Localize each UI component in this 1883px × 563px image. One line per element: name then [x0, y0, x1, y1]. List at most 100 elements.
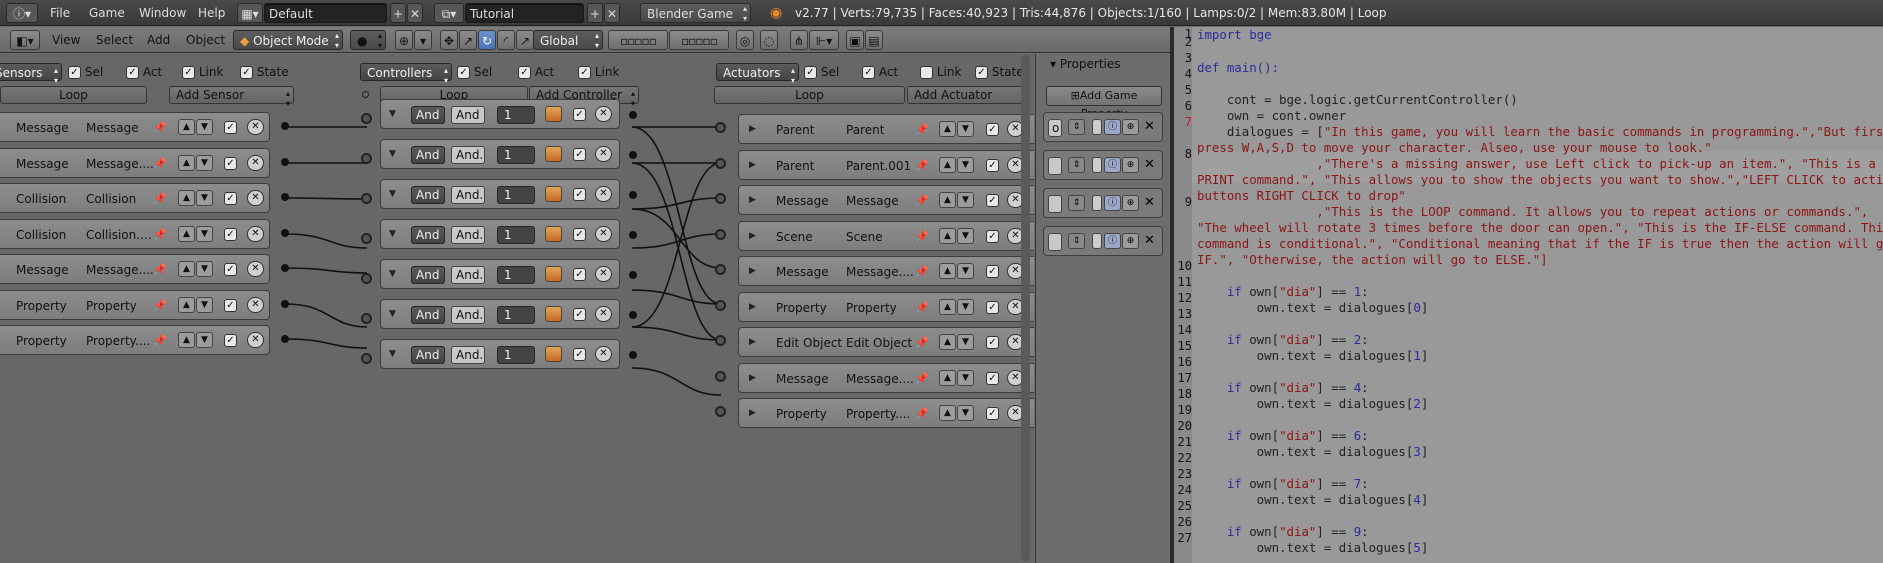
sensors-state-toggle[interactable]: ✓ State	[240, 63, 289, 81]
controller-script-icon[interactable]	[545, 306, 562, 322]
move-down-icon[interactable]: ▼	[196, 296, 213, 313]
expand-icon[interactable]: ▶	[749, 195, 756, 205]
controller-type-select[interactable]: And	[411, 346, 445, 364]
remove-icon[interactable]: ✕	[1144, 119, 1155, 134]
translate-manipulator-icon[interactable]: ↗	[459, 30, 477, 50]
move-up-icon[interactable]: ▲	[939, 405, 956, 421]
editor-type-info-icon[interactable]: ⓘ▾	[6, 3, 38, 23]
remove-icon[interactable]: ✕	[1144, 195, 1155, 210]
remove-icon[interactable]: ✕	[247, 119, 264, 135]
controller-state-field[interactable]: 1	[497, 146, 535, 164]
scale-manipulator-icon[interactable]: ◜	[497, 30, 515, 50]
controller-brick[interactable]: ▼ And And. 1 ✓ ✕	[380, 139, 620, 169]
controller-type-select[interactable]: And	[411, 106, 445, 124]
remove-icon[interactable]: ✕	[247, 190, 264, 206]
text-editor[interactable]: 1 2 3 4 5 6 7 8 9 10 11 12 13 14 15 16 17 18 19 20 21 22 23 24 2…	[1174, 27, 1883, 563]
actuator-input-socket[interactable]	[715, 193, 726, 204]
controller-name-field[interactable]: And.	[451, 306, 485, 324]
actuators-dropdown[interactable]: Actuators ▴ ▾	[716, 63, 799, 85]
controller-brick[interactable]: ▼ And And. 1 ✓ ✕	[380, 179, 620, 209]
controller-output-socket[interactable]	[629, 151, 637, 159]
controller-input-socket[interactable]	[361, 273, 372, 284]
remove-icon[interactable]: ✕	[247, 332, 264, 348]
controller-name-field[interactable]: And	[451, 106, 485, 124]
controller-input-socket[interactable]	[361, 353, 372, 364]
pin-icon[interactable]: 📌	[153, 121, 167, 134]
expand-icon[interactable]: ▶	[749, 337, 756, 347]
active-checkbox[interactable]: ✓	[986, 336, 999, 349]
sensor-output-socket[interactable]	[281, 299, 289, 308]
expand-icon[interactable]: ▶	[749, 160, 756, 170]
expand-icon[interactable]: ▶	[749, 266, 756, 276]
screen-layout-icon[interactable]: ▦▾	[237, 3, 263, 23]
active-checkbox[interactable]: ✓	[224, 263, 237, 276]
sensors-sel-toggle[interactable]: ✓ Sel	[68, 63, 103, 81]
active-checkbox[interactable]: ✓	[986, 123, 999, 136]
controllers-link-toggle[interactable]: ✓ Link	[578, 63, 619, 81]
pin-icon[interactable]: 📌	[915, 123, 929, 136]
sensors-link-toggle[interactable]: ✓ Link	[182, 63, 223, 81]
rotate-manipulator-icon[interactable]: ↻	[478, 30, 496, 50]
property-name-field[interactable]	[1048, 195, 1062, 213]
active-checkbox[interactable]: ✓	[986, 265, 999, 278]
property-type-updown-icon[interactable]: ⇕	[1068, 157, 1085, 173]
sensor-output-socket[interactable]	[281, 264, 289, 272]
opengl-render-icon[interactable]: ▣	[846, 30, 864, 50]
sensor-brick[interactable]: Property Property.... 📌 ▲ ▼ ✓ ✕	[0, 325, 270, 355]
engine-select[interactable]: Blender Game ▴ ▾	[640, 3, 751, 23]
info-icon[interactable]: ⓘ	[1104, 233, 1121, 249]
active-checkbox[interactable]: ✓	[986, 371, 999, 385]
active-checkbox[interactable]: ✓	[573, 268, 586, 281]
collapse-icon[interactable]: ▼	[389, 229, 396, 239]
actuator-input-socket[interactable]	[715, 299, 726, 311]
move-down-icon[interactable]: ▼	[957, 156, 974, 173]
sensors-dropdown[interactable]: Sensors ▴▾	[0, 63, 62, 85]
controller-script-icon[interactable]	[545, 346, 562, 362]
menu-add[interactable]: Add	[147, 30, 170, 50]
collapse-icon[interactable]: ▼	[389, 349, 396, 359]
move-down-icon[interactable]: ▼	[196, 190, 213, 206]
controller-output-socket[interactable]	[629, 191, 637, 199]
pin-icon[interactable]: 📌	[915, 301, 929, 314]
property-type-updown-icon[interactable]: ⇕	[1068, 195, 1085, 211]
game-property-row[interactable]: ⇕ ⓘ ⊕ ✕	[1043, 188, 1163, 218]
active-checkbox[interactable]: ✓	[573, 108, 586, 121]
actuator-brick[interactable]: ▶ Property Property.... 📌 ▲ ▼ ✓ ✕	[738, 398, 1034, 428]
controller-type-select[interactable]: And	[411, 306, 445, 324]
scene-field[interactable]: Tutorial	[465, 3, 584, 23]
remove-icon[interactable]: ✕	[247, 261, 264, 277]
move-up-icon[interactable]: ▲	[939, 227, 956, 244]
controller-name-field[interactable]: And.	[451, 346, 485, 364]
pin-icon[interactable]: 📌	[915, 407, 929, 420]
property-name-field[interactable]	[1048, 157, 1062, 175]
move-up-icon[interactable]: ▲	[178, 296, 195, 313]
checkbox[interactable]: ✓	[182, 66, 195, 79]
actuator-brick[interactable]: ▶ Edit Object Edit Object 📌 ▲ ▼ ✓ ✕	[738, 327, 1034, 357]
actuator-input-socket[interactable]	[715, 157, 726, 169]
checkbox[interactable]: ✓	[975, 66, 988, 79]
controller-input-socket[interactable]	[361, 113, 372, 124]
sensor-brick[interactable]: Message Message.... 📌 ▲ ▼ ✓ ✕	[0, 254, 270, 284]
debug-icon[interactable]: ⊕	[1122, 195, 1139, 211]
actuators-link-toggle[interactable]: ✓ Link	[920, 63, 961, 81]
layers-grid-right[interactable]: ▫▫▫▫▫	[669, 30, 729, 50]
collapse-icon[interactable]: ▼	[389, 189, 396, 199]
logic-scrollbar[interactable]	[1021, 55, 1030, 561]
move-up-icon[interactable]: ▲	[178, 225, 195, 242]
checkbox[interactable]: ✓	[457, 66, 470, 79]
game-property-row[interactable]: ⇕ ⓘ ⊕ ✕	[1043, 226, 1163, 256]
mode-select[interactable]: ◆ Object Mode ▴ ▾	[233, 30, 343, 50]
controller-output-socket[interactable]	[629, 351, 637, 359]
move-down-icon[interactable]: ▼	[957, 298, 974, 315]
actuator-brick[interactable]: ▶ Message Message.... 📌 ▲ ▼ ✓ ✕	[738, 362, 1034, 393]
checkbox[interactable]: ✓	[240, 66, 253, 79]
controller-name-field[interactable]: And.	[451, 146, 485, 164]
pin-icon[interactable]: 📌	[153, 228, 167, 241]
property-type-updown-icon[interactable]: ⇕	[1068, 119, 1085, 135]
remove-icon[interactable]: ✕	[595, 346, 612, 362]
remove-icon[interactable]: ✕	[595, 266, 612, 282]
controller-type-select[interactable]: And	[411, 146, 445, 164]
actuator-input-socket[interactable]	[715, 406, 726, 417]
viewport-shading-select[interactable]: ● ▴ ▾	[350, 30, 386, 50]
move-down-icon[interactable]: ▼	[196, 332, 213, 348]
